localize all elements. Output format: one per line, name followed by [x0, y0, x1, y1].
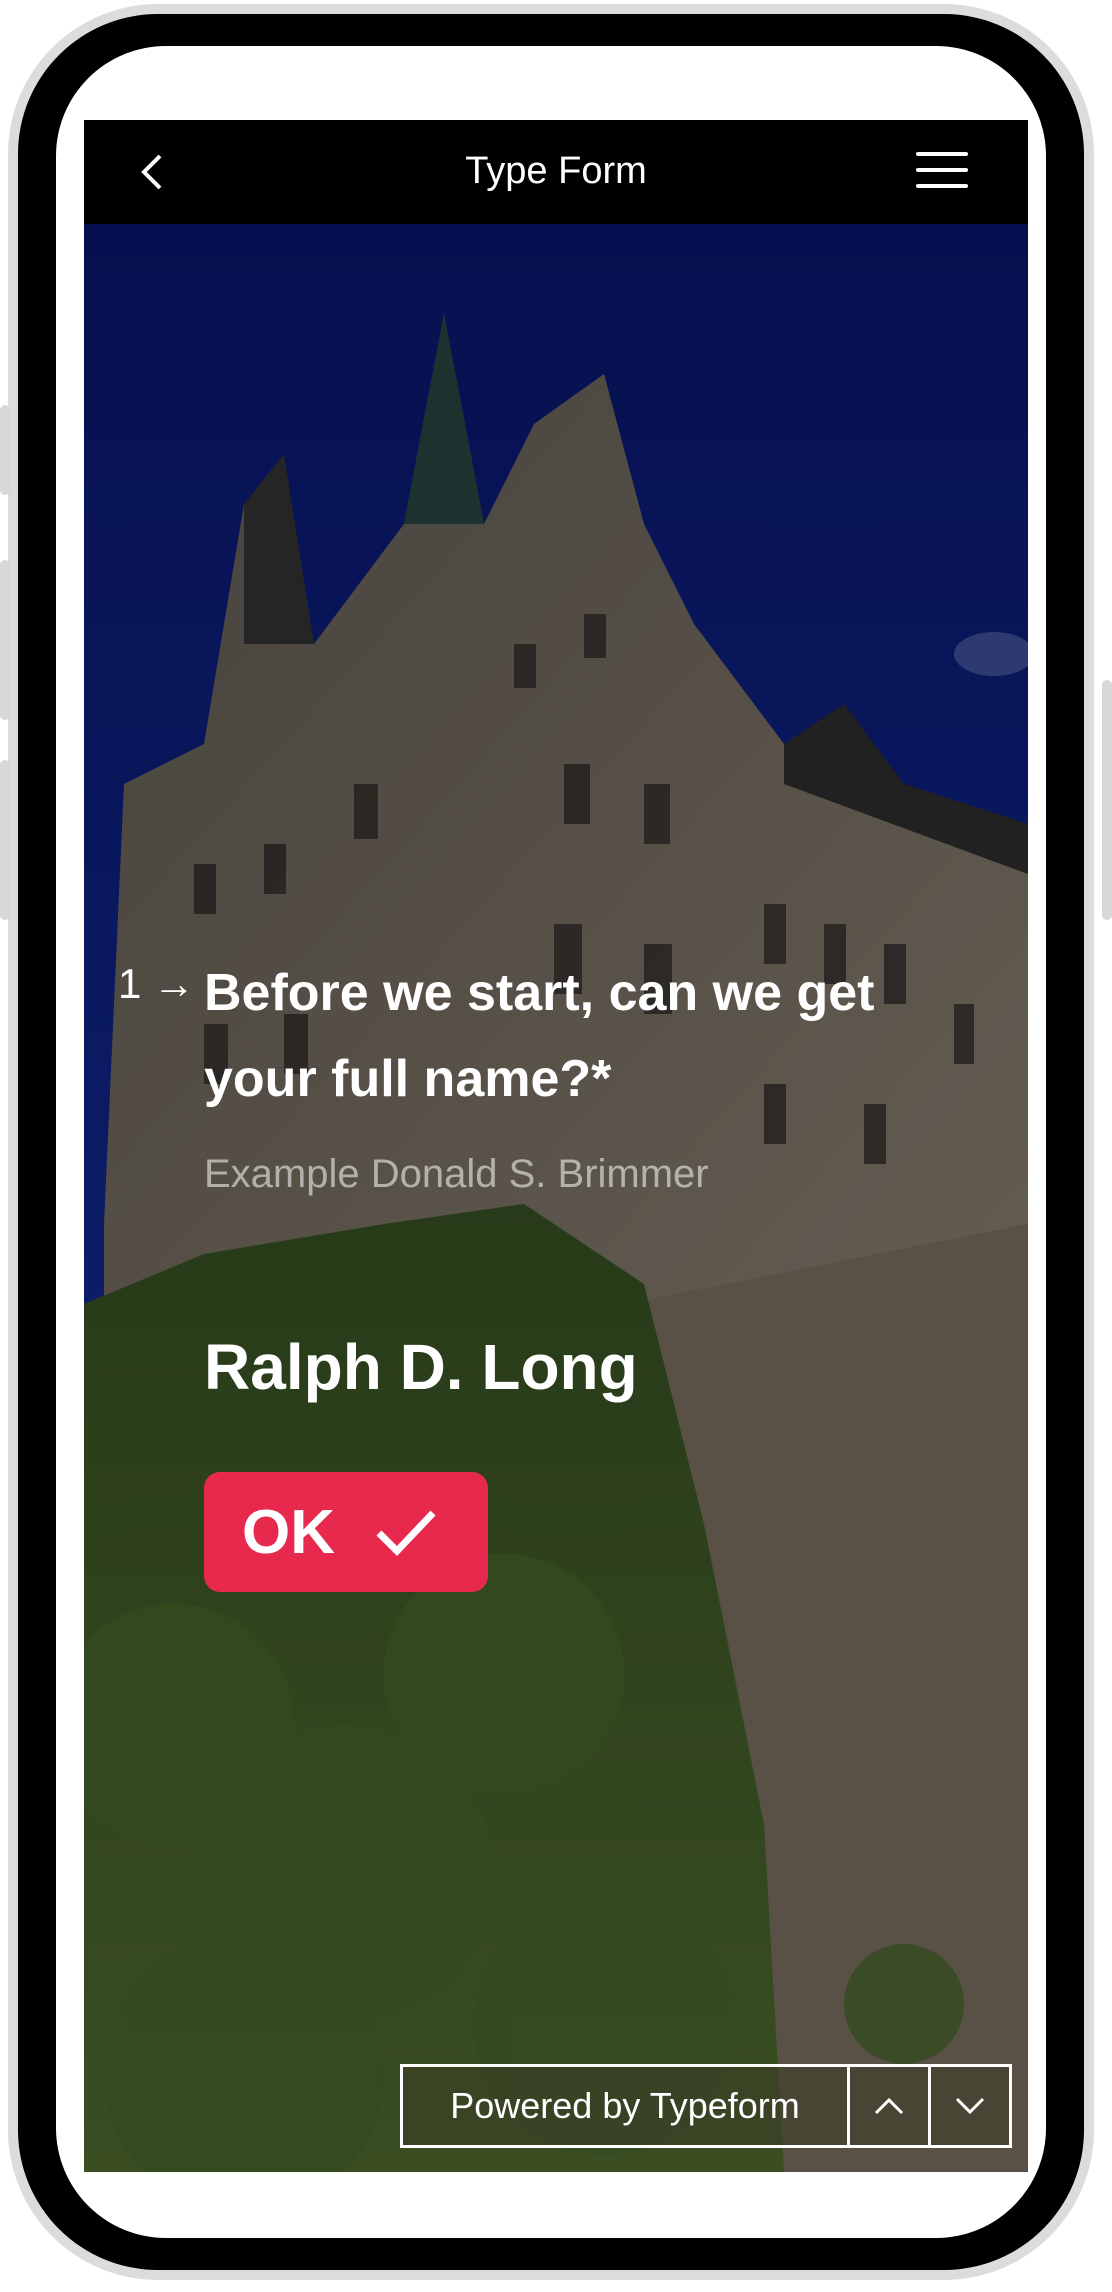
- question-title: Before we start, can we get your full na…: [204, 964, 875, 1108]
- hamburger-menu-icon[interactable]: [916, 152, 968, 190]
- next-question-button[interactable]: [931, 2067, 1009, 2145]
- previous-question-button[interactable]: [850, 2067, 931, 2145]
- powered-by-link[interactable]: Powered by Typeform: [403, 2067, 850, 2145]
- name-answer-input[interactable]: Ralph D. Long: [204, 1330, 638, 1404]
- ok-button-label: OK: [242, 1497, 335, 1567]
- volume-down-button: [0, 760, 10, 920]
- question-number: 1 →: [118, 960, 196, 1007]
- power-button: [1102, 680, 1112, 920]
- chevron-up-icon: [874, 2097, 904, 2115]
- checkmark-icon: [376, 1510, 436, 1557]
- arrow-right-icon: →: [153, 960, 196, 1007]
- typeform-footer: Powered by Typeform: [400, 2064, 1012, 2148]
- question-hint: Example Donald S. Brimmer: [204, 1152, 709, 1196]
- chevron-down-icon: [955, 2097, 985, 2115]
- app-screen: Type Form 1 → Before we start, can we ge…: [84, 120, 1028, 2172]
- volume-up-button: [0, 560, 10, 720]
- app-title: Type Form: [465, 150, 647, 192]
- ok-button[interactable]: OK: [204, 1472, 488, 1592]
- app-bar: Type Form: [84, 120, 1028, 224]
- side-button: [0, 405, 10, 495]
